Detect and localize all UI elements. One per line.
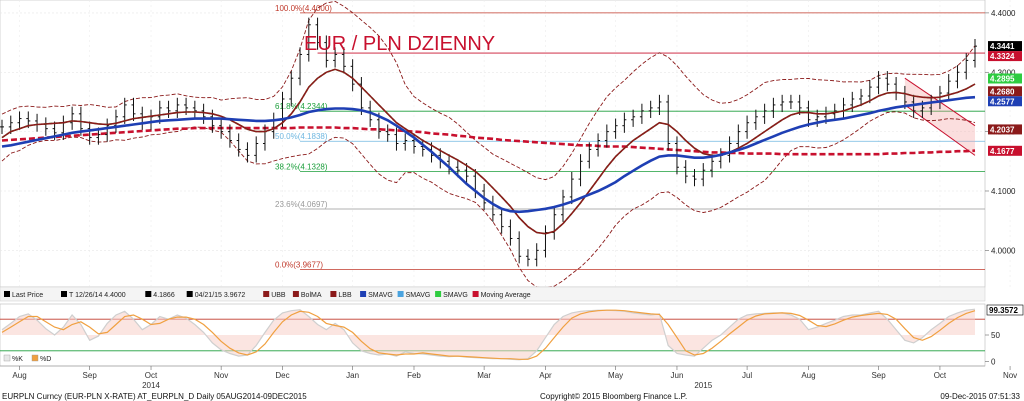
- legend-label: T 12/26/14 4.4000: [69, 292, 126, 299]
- last-value-badges: 4.34414.3324 4.2895 4.26804.2577 4.2037 4.16…: [988, 41, 1022, 156]
- x-tick-label: Nov: [1003, 371, 1017, 380]
- x-tick-label: Jul: [742, 371, 752, 380]
- price-badge-label: 4.2037: [990, 125, 1015, 134]
- legend-label: Moving Average: [481, 292, 531, 299]
- price-badge-label: 4.3441: [990, 42, 1015, 51]
- x-tick-label: Jun: [671, 371, 684, 380]
- legend-swatch: [397, 291, 404, 297]
- footer-copyright: Copyright© 2015 Bloomberg Finance L.P.: [540, 392, 687, 401]
- fibonacci-label: 23.6%(4.0697): [275, 200, 328, 209]
- x-year-label: 2015: [694, 381, 712, 390]
- legend-swatch: [435, 291, 442, 297]
- stochastic-legend-swatch: [31, 354, 39, 362]
- x-year-label: 2014: [142, 381, 160, 390]
- fibonacci-label: 38.2%(4.1328): [275, 163, 328, 172]
- legend-swatch: [145, 291, 152, 297]
- legend-label: BolMA: [301, 292, 322, 299]
- x-tick-label: Mar: [477, 371, 491, 380]
- y-tick-label: 4.4000: [991, 9, 1016, 18]
- x-tick-label: Feb: [407, 371, 421, 380]
- fibonacci-label: 50.0%(4.1838): [275, 132, 328, 141]
- price-badge-label: 4.2895: [990, 74, 1015, 83]
- x-tick-label: Nov: [214, 371, 228, 380]
- chart: 100.0%(4.4000)61.8%(4.2344)50.0%(4.1838)…: [0, 0, 1024, 401]
- footer-security: EURPLN Curncy (EUR-PLN X-RATE) AT_EURPLN…: [2, 392, 307, 401]
- legend-label: 4.1866: [153, 292, 175, 299]
- legend-label: UBB: [271, 292, 286, 299]
- legend-swatch: [61, 291, 67, 297]
- legend-label: Last Price: [12, 292, 43, 299]
- x-tick-label: Sep: [83, 371, 98, 380]
- fibonacci-label: 0.0%(3.9677): [275, 261, 323, 270]
- stochastic-legend-label: %K: [12, 356, 23, 363]
- legend-swatch: [4, 291, 10, 297]
- legend-swatch: [292, 291, 299, 297]
- y-tick-label: 4.0000: [991, 246, 1016, 255]
- legend-label: 04/21/15 3.9672: [195, 292, 246, 299]
- price-badge-label: 4.2577: [990, 97, 1015, 106]
- x-tick-label: Sep: [871, 371, 886, 380]
- legend-swatch: [472, 291, 479, 297]
- x-tick-label: Oct: [934, 371, 947, 380]
- stochastic-tick-label: 50: [991, 331, 1000, 340]
- x-tick-label: Oct: [145, 371, 158, 380]
- stochastic-legend-swatch: [3, 354, 11, 362]
- legend-label: SMAVG: [406, 292, 431, 299]
- stochastic-legend-label: %D: [40, 356, 51, 363]
- y-tick-label: 4.1000: [991, 187, 1016, 196]
- legend-swatch: [186, 291, 193, 297]
- legend-swatch: [360, 291, 367, 297]
- stochastic-last-label: 99.3572: [989, 306, 1018, 315]
- x-axis: Aug Sep Oct Nov Dec Jan Feb Mar Apr May Jun Jul Aug S…: [0, 365, 1017, 390]
- price-badge-label: 4.3324: [990, 52, 1015, 61]
- stochastic-y-axis: 50 0 99.3572: [985, 304, 1024, 366]
- x-tick-label: Aug: [801, 371, 815, 380]
- x-tick-label: May: [608, 371, 623, 380]
- fibonacci-label: 100.0%(4.4000): [275, 4, 332, 13]
- x-tick-label: Aug: [12, 371, 26, 380]
- stochastic-tick-label: 0: [991, 357, 996, 366]
- legend-label: SMAVG: [443, 292, 468, 299]
- price-badge-label: 4.2680: [990, 87, 1015, 96]
- price-badge-label: 4.1677: [990, 147, 1015, 156]
- legend-label: LBB: [338, 292, 352, 299]
- footer-timestamp: 09-Dec-2015 07:51:33: [940, 392, 1020, 401]
- legend-swatch: [330, 291, 337, 297]
- x-tick-label: Jan: [346, 371, 359, 380]
- legend-swatch: [263, 291, 270, 297]
- legend-label: SMAVG: [368, 292, 393, 299]
- x-tick-label: Apr: [539, 371, 552, 380]
- x-tick-label: Dec: [275, 371, 289, 380]
- chart-title: EUR / PLN DZIENNY: [304, 33, 495, 55]
